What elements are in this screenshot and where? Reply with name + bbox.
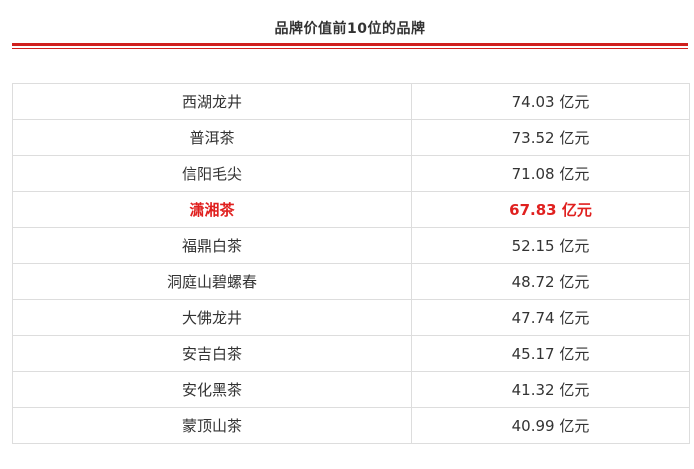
brand-cell: 洞庭山碧螺春: [12, 263, 412, 300]
section-header: 品牌价值前10位的品牌: [12, 0, 688, 50]
table-row: 普洱茶 73.52 亿元: [12, 119, 690, 156]
brand-cell: 潇湘茶: [12, 191, 412, 228]
table-body: 西湖龙井 74.03 亿元 普洱茶 73.52 亿元 信阳毛尖 71.08 亿元…: [12, 83, 690, 444]
value-cell: 40.99 亿元: [411, 407, 690, 444]
table-row: 大佛龙井 47.74 亿元: [12, 299, 690, 336]
value-cell: 41.32 亿元: [411, 371, 690, 408]
brand-cell: 信阳毛尖: [12, 155, 412, 192]
title-underline-thick: [12, 43, 688, 46]
value-cell: 52.15 亿元: [411, 227, 690, 264]
table-row: 福鼎白茶 52.15 亿元: [12, 227, 690, 264]
brand-value-table-wrapper: 西湖龙井 74.03 亿元 普洱茶 73.52 亿元 信阳毛尖 71.08 亿元…: [12, 83, 690, 444]
table-row: 信阳毛尖 71.08 亿元: [12, 155, 690, 192]
table-row: 西湖龙井 74.03 亿元: [12, 83, 690, 120]
table-row-highlighted: 潇湘茶 67.83 亿元: [12, 191, 690, 228]
brand-cell: 西湖龙井: [12, 83, 412, 120]
brand-cell: 安吉白茶: [12, 335, 412, 372]
table-row: 蒙顶山茶 40.99 亿元: [12, 407, 690, 444]
brand-cell: 大佛龙井: [12, 299, 412, 336]
table-row: 安化黑茶 41.32 亿元: [12, 371, 690, 408]
table-row: 洞庭山碧螺春 48.72 亿元: [12, 263, 690, 300]
table-row: 安吉白茶 45.17 亿元: [12, 335, 690, 372]
value-cell: 48.72 亿元: [411, 263, 690, 300]
section-title: 品牌价值前10位的品牌: [274, 21, 426, 37]
value-cell: 47.74 亿元: [411, 299, 690, 336]
brand-cell: 安化黑茶: [12, 371, 412, 408]
title-underline-thin: [12, 48, 688, 49]
value-cell: 74.03 亿元: [411, 83, 690, 120]
value-cell: 67.83 亿元: [411, 191, 690, 228]
brand-cell: 蒙顶山茶: [12, 407, 412, 444]
brand-cell: 福鼎白茶: [12, 227, 412, 264]
value-cell: 71.08 亿元: [411, 155, 690, 192]
brand-value-table: 西湖龙井 74.03 亿元 普洱茶 73.52 亿元 信阳毛尖 71.08 亿元…: [12, 83, 690, 444]
value-cell: 73.52 亿元: [411, 119, 690, 156]
value-cell: 45.17 亿元: [411, 335, 690, 372]
brand-cell: 普洱茶: [12, 119, 412, 156]
